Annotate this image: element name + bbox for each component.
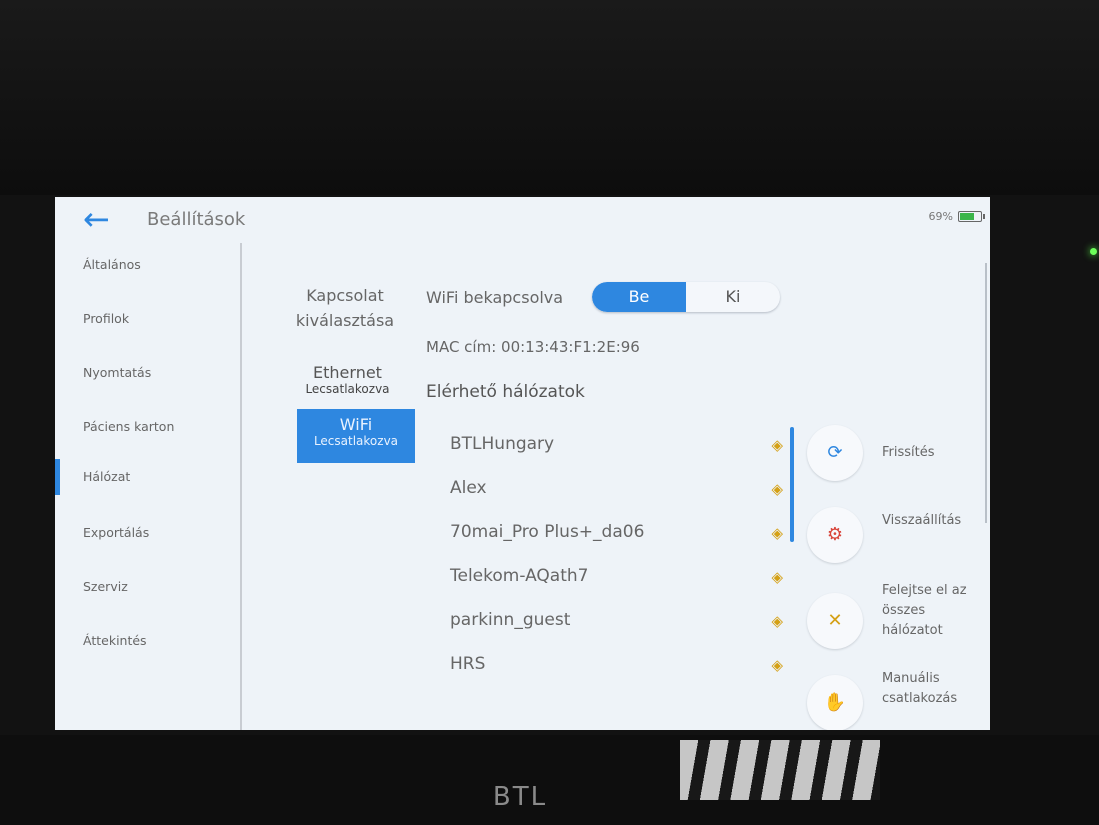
network-name: Alex [450, 478, 487, 498]
network-item[interactable]: 70mai_Pro Plus+_da06 ◈ [450, 514, 795, 558]
network-name: parkinn_guest [450, 610, 571, 630]
connection-label-line1: Kapcsolat [306, 286, 384, 305]
manual-connect-icon: ✋ [807, 675, 863, 730]
wifi-signal-icon: ◈ [771, 568, 783, 586]
page-scrollbar[interactable] [985, 263, 987, 523]
network-item[interactable]: HRS ◈ [450, 646, 795, 690]
wifi-signal-icon: ◈ [771, 480, 783, 498]
network-list: BTLHungary ◈ Alex ◈ 70mai_Pro Plus+_da06… [450, 426, 795, 716]
wifi-signal-icon: ◈ [771, 436, 783, 454]
battery-icon [958, 211, 985, 222]
reset-label: Visszaállítás [882, 513, 962, 528]
refresh-wifi-icon: ⟳ [807, 425, 863, 481]
sidebar: Általános Profilok Nyomtatás Páciens kar… [55, 243, 242, 730]
manual-connect-button[interactable]: ✋ Manuális csatlakozás [807, 671, 987, 730]
forget-all-label: Felejtse el az összes hálózatot [882, 583, 967, 638]
available-networks-heading: Elérhető hálózatok [426, 382, 585, 402]
sidebar-item-general[interactable]: Általános [55, 247, 238, 283]
wifi-status: Lecsatlakozva [313, 434, 399, 448]
connection-label-line2: kiválasztása [295, 311, 395, 330]
ethernet-status: Lecsatlakozva [305, 382, 390, 396]
connection-option-ethernet[interactable]: Ethernet Lecsatlakozva [280, 363, 415, 396]
manual-connect-label: Manuális csatlakozás [882, 671, 958, 706]
glare-reflection [680, 740, 880, 800]
battery-percent: 69% [928, 210, 953, 223]
network-name: HRS [450, 654, 486, 674]
network-name: 70mai_Pro Plus+_da06 [450, 522, 645, 542]
wifi-off-button[interactable]: Ki [686, 282, 780, 312]
wifi-on-button[interactable]: Be [592, 282, 686, 312]
network-item[interactable]: parkinn_guest ◈ [450, 602, 795, 646]
ethernet-name: Ethernet [313, 363, 382, 382]
sidebar-item-patient-record[interactable]: Páciens karton [55, 409, 238, 445]
reset-button[interactable]: ⚙ Visszaállítás [807, 507, 987, 563]
network-list-scrollbar[interactable] [790, 427, 794, 542]
power-led [1090, 248, 1097, 255]
sidebar-item-export[interactable]: Exportálás [55, 515, 238, 551]
forget-wifi-icon: ✕ [807, 593, 863, 649]
sidebar-item-service[interactable]: Szerviz [55, 569, 238, 605]
back-arrow-icon[interactable]: ← [83, 203, 123, 236]
wifi-toggle[interactable]: Be Ki [592, 282, 780, 312]
wifi-signal-icon: ◈ [771, 524, 783, 542]
reset-icon: ⚙ [807, 507, 863, 563]
connection-option-wifi[interactable]: WiFi Lecsatlakozva [297, 409, 415, 463]
sidebar-item-printing[interactable]: Nyomtatás [55, 355, 238, 391]
mac-address: MAC cím: 00:13:43:F1:2E:96 [426, 338, 640, 356]
wifi-name: WiFi [339, 415, 373, 434]
connection-select-label: Kapcsolat kiválasztása [280, 283, 410, 333]
refresh-label: Frissítés [882, 445, 935, 460]
device-bezel-top [0, 0, 1099, 195]
device-brand-logo: BTL [492, 782, 548, 812]
wifi-enabled-label: WiFi bekapcsolva [426, 288, 564, 307]
top-bar: ← Beállítások 69% [55, 197, 990, 243]
sidebar-item-profiles[interactable]: Profilok [55, 301, 238, 337]
device-screen: ← Beállítások 69% Általános Profilok Nyo… [55, 197, 990, 730]
refresh-button[interactable]: ⟳ Frissítés [807, 425, 987, 481]
network-item[interactable]: Telekom-AQath7 ◈ [450, 558, 795, 602]
sidebar-item-network[interactable]: Hálózat [55, 459, 238, 495]
forget-all-button[interactable]: ✕ Felejtse el az összes hálózatot [807, 583, 987, 649]
network-item[interactable]: Alex ◈ [450, 470, 795, 514]
network-item[interactable]: BTLHungary ◈ [450, 426, 795, 470]
network-name: BTLHungary [450, 434, 555, 454]
wifi-signal-icon: ◈ [771, 612, 783, 630]
page-title: Beállítások [147, 209, 246, 230]
sidebar-item-overview[interactable]: Áttekintés [55, 623, 238, 659]
network-name: Telekom-AQath7 [450, 566, 589, 586]
wifi-signal-icon: ◈ [771, 656, 783, 674]
battery-status: 69% [928, 210, 985, 223]
